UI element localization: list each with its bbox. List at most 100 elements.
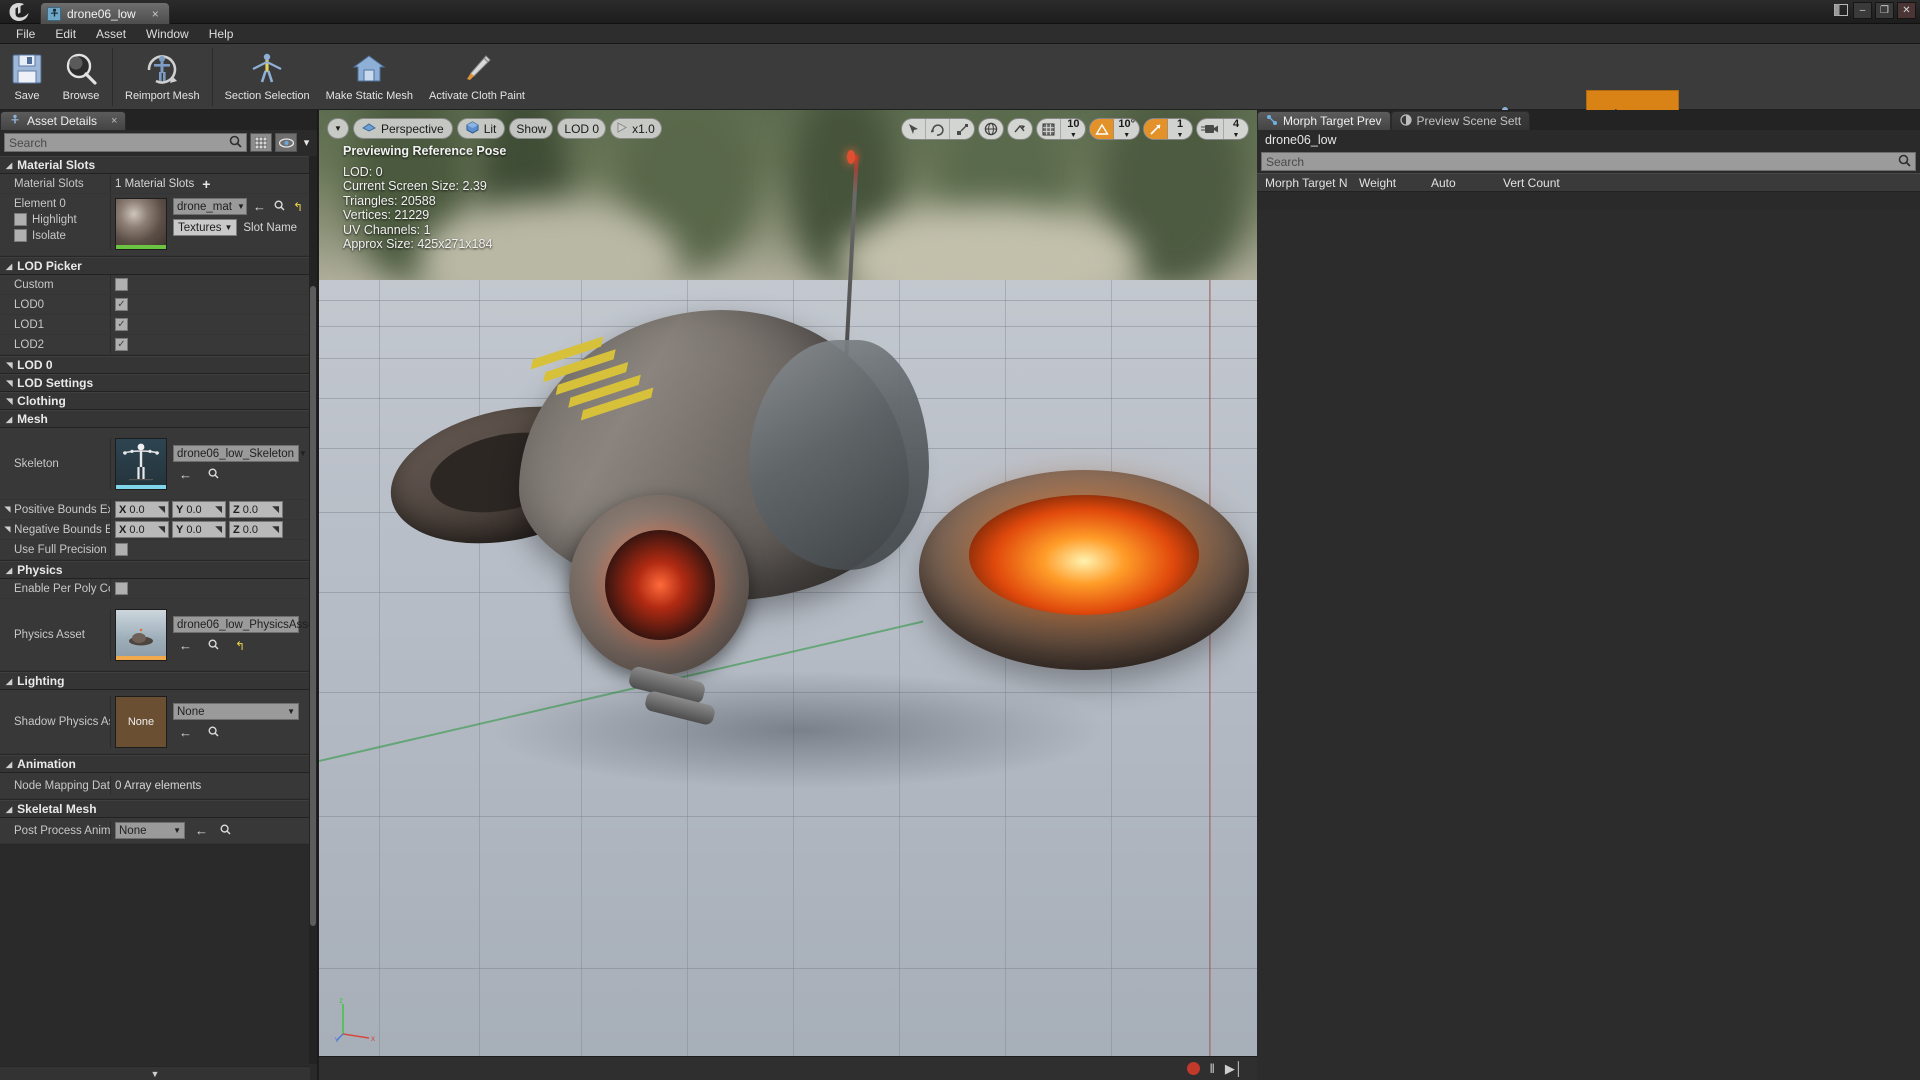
- post-process-anim-combo[interactable]: None ▼: [115, 822, 185, 839]
- drag-handle-icon[interactable]: ◥: [272, 524, 279, 535]
- find-asset-icon[interactable]: [206, 638, 221, 653]
- menu-window[interactable]: Window: [136, 24, 199, 44]
- record-button[interactable]: [1187, 1062, 1200, 1075]
- category-animation[interactable]: ◢ Animation: [0, 755, 310, 773]
- material-thumbnail[interactable]: [115, 198, 167, 250]
- find-asset-icon[interactable]: [218, 823, 233, 838]
- positive-bounds-x[interactable]: X0.0◥: [115, 501, 169, 518]
- pause-button[interactable]: ‖: [1210, 1061, 1215, 1076]
- lod0-checkbox[interactable]: ✓: [115, 298, 128, 311]
- camera-speed-value[interactable]: 4 ▼: [1224, 119, 1248, 139]
- textures-button[interactable]: Textures ▼: [173, 219, 237, 236]
- lod2-checkbox[interactable]: ✓: [115, 338, 128, 351]
- material-asset-combo[interactable]: drone_mat ▼: [173, 198, 247, 215]
- browse-to-asset-icon[interactable]: ←: [177, 467, 194, 482]
- shadow-physics-asset-combo[interactable]: None ▼: [173, 703, 299, 720]
- grid-view-icon[interactable]: [250, 133, 272, 152]
- scrollbar-thumb[interactable]: [310, 286, 316, 926]
- close-icon[interactable]: ×: [152, 7, 159, 21]
- category-material-slots[interactable]: ◢ Material Slots: [0, 156, 310, 174]
- tab-asset-details[interactable]: Asset Details ×: [0, 111, 126, 130]
- playback-speed-button[interactable]: x1.0: [610, 118, 662, 139]
- browse-to-asset-icon[interactable]: ←: [177, 725, 194, 740]
- column-morph-target-name[interactable]: Morph Target N: [1257, 176, 1351, 190]
- custom-lod-checkbox[interactable]: [115, 278, 128, 291]
- chevron-down-icon[interactable]: ▾: [300, 133, 313, 152]
- category-lod-0[interactable]: ◢ LOD 0: [0, 356, 310, 374]
- eye-icon[interactable]: [275, 133, 297, 152]
- reimport-mesh-button[interactable]: Reimport Mesh: [117, 46, 208, 108]
- shadow-asset-thumbnail[interactable]: None: [115, 696, 167, 748]
- positive-bounds-y[interactable]: Y0.0◥: [172, 501, 226, 518]
- step-forward-button[interactable]: ▶│: [1225, 1061, 1243, 1077]
- category-lod-settings[interactable]: ◢ LOD Settings: [0, 374, 310, 392]
- perspective-button[interactable]: Perspective: [353, 118, 453, 139]
- category-clothing[interactable]: ◢ Clothing: [0, 392, 310, 410]
- layout-icon[interactable]: [1834, 4, 1848, 19]
- rotate-mode-icon[interactable]: [926, 119, 950, 139]
- tab-morph-target-preview[interactable]: Morph Target Prev: [1257, 111, 1391, 130]
- window-close-button[interactable]: ✕: [1897, 2, 1916, 19]
- skeleton-asset-combo[interactable]: drone06_low_Skeleton ▼: [173, 445, 299, 462]
- drag-handle-icon[interactable]: ◥: [215, 504, 222, 515]
- show-flags-button[interactable]: Show: [509, 118, 553, 139]
- view-mode-lit-button[interactable]: Lit: [457, 118, 506, 139]
- make-static-mesh-button[interactable]: Make Static Mesh: [318, 46, 421, 108]
- grid-snap-icon[interactable]: [1037, 119, 1061, 139]
- column-vert-count[interactable]: Vert Count: [1495, 176, 1585, 190]
- scale-snap-icon[interactable]: [1144, 119, 1168, 139]
- triangle-collapsed-icon[interactable]: ◢: [3, 526, 12, 532]
- preview-viewport[interactable]: ▼ Perspective Lit Show LOD 0 x1.0: [319, 110, 1257, 1080]
- grid-snap-value[interactable]: 10 ▼: [1061, 119, 1085, 139]
- negative-bounds-y[interactable]: Y0.0◥: [172, 521, 226, 538]
- tab-preview-scene-settings[interactable]: Preview Scene Sett: [1391, 111, 1531, 130]
- angle-snap-icon[interactable]: [1090, 119, 1114, 139]
- search-input[interactable]: [9, 136, 229, 150]
- menu-edit[interactable]: Edit: [45, 24, 86, 44]
- lod1-checkbox[interactable]: ✓: [115, 318, 128, 331]
- find-asset-icon[interactable]: [206, 725, 221, 740]
- add-material-slot-button[interactable]: +: [198, 176, 214, 192]
- camera-speed-icon[interactable]: [1197, 119, 1224, 139]
- drag-handle-icon[interactable]: ◥: [215, 524, 222, 535]
- save-button[interactable]: Save: [0, 46, 54, 108]
- physics-asset-thumbnail[interactable]: [115, 609, 167, 661]
- physics-asset-combo[interactable]: drone06_low_PhysicsAsse ▼: [173, 616, 299, 633]
- menu-help[interactable]: Help: [199, 24, 244, 44]
- asset-tab-drone06-low[interactable]: drone06_low ×: [40, 2, 170, 24]
- section-selection-button[interactable]: Section Selection: [217, 46, 318, 108]
- browse-button[interactable]: Browse: [54, 46, 108, 108]
- menu-file[interactable]: File: [6, 24, 45, 44]
- details-search-box[interactable]: [4, 133, 247, 152]
- browse-to-asset-icon[interactable]: ←: [251, 199, 268, 214]
- find-asset-icon[interactable]: [272, 199, 287, 214]
- column-weight[interactable]: Weight: [1351, 176, 1423, 190]
- morph-search-box[interactable]: [1261, 152, 1916, 171]
- drag-handle-icon[interactable]: ◥: [272, 504, 279, 515]
- column-auto[interactable]: Auto: [1423, 176, 1495, 190]
- triangle-collapsed-icon[interactable]: ◢: [3, 506, 12, 512]
- category-lod-picker[interactable]: ◢ LOD Picker: [0, 257, 310, 275]
- isolate-checkbox[interactable]: [14, 229, 27, 242]
- negative-bounds-z[interactable]: Z0.0◥: [229, 521, 283, 538]
- globe-icon[interactable]: [979, 119, 1003, 139]
- find-asset-icon[interactable]: [206, 467, 221, 482]
- scale-mode-icon[interactable]: [950, 119, 974, 139]
- activate-cloth-paint-button[interactable]: Activate Cloth Paint: [421, 46, 533, 108]
- surface-snap-icon[interactable]: [1008, 119, 1032, 139]
- category-lighting[interactable]: ◢ Lighting: [0, 672, 310, 690]
- menu-asset[interactable]: Asset: [86, 24, 136, 44]
- angle-snap-value[interactable]: 10° ▼: [1114, 119, 1139, 139]
- full-precision-uv-checkbox[interactable]: [115, 543, 128, 556]
- drag-handle-icon[interactable]: ◥: [158, 504, 165, 515]
- morph-search-input[interactable]: [1266, 155, 1847, 169]
- viewport-options-button[interactable]: ▼: [327, 118, 349, 139]
- reset-to-default-icon[interactable]: ↰: [291, 200, 305, 214]
- maximize-button[interactable]: ❐: [1875, 2, 1894, 19]
- browse-to-asset-icon[interactable]: ←: [177, 638, 194, 653]
- select-mode-icon[interactable]: [902, 119, 926, 139]
- skeleton-thumbnail[interactable]: [115, 438, 167, 490]
- drag-handle-icon[interactable]: ◥: [158, 524, 165, 535]
- minimize-button[interactable]: –: [1853, 2, 1872, 19]
- details-scrollbar[interactable]: [309, 156, 317, 1064]
